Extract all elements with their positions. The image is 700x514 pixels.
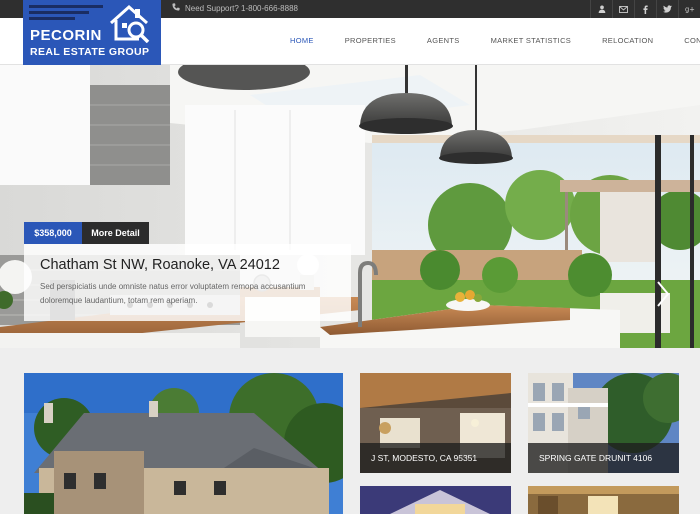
more-detail-button[interactable]: More Detail — [82, 222, 149, 244]
site-logo[interactable]: PECORIN REAL ESTATE GROUP — [23, 0, 161, 65]
logo-stripe — [29, 11, 89, 14]
support-text: Need Support? 1-800-666-8888 — [185, 3, 298, 13]
listing-label: J ST, MODESTO, CA 95351 — [360, 443, 511, 473]
nav-properties[interactable]: PROPERTIES — [345, 36, 396, 45]
listing-card[interactable] — [528, 486, 679, 514]
listing-night-image — [360, 486, 511, 514]
nav-home[interactable]: HOME — [290, 36, 314, 45]
nav-agents[interactable]: AGENTS — [427, 36, 460, 45]
phone-icon — [172, 3, 180, 13]
hero-slider: $358,000 More Detail Chatham St NW, Roan… — [0, 65, 700, 348]
listing-card[interactable]: J ST, MODESTO, CA 95351 — [360, 373, 511, 473]
support-info: Need Support? 1-800-666-8888 — [172, 3, 298, 13]
logo-stripe — [29, 17, 75, 20]
listing-card[interactable] — [360, 486, 511, 514]
twitter-icon[interactable] — [656, 0, 678, 18]
hero-description: Sed perspiciatis unde omniste natus erro… — [40, 282, 306, 305]
social-links: g+ — [590, 0, 700, 18]
main-menu: HOME PROPERTIES AGENTS MARKET STATISTICS… — [290, 36, 700, 45]
listing-card[interactable]: SPRING GATE DRUNIT 4106 — [528, 373, 679, 473]
nav-market-statistics[interactable]: MARKET STATISTICS — [491, 36, 572, 45]
hero-price: $358,000 — [24, 222, 82, 244]
svg-text:g+: g+ — [685, 5, 695, 13]
google-plus-icon[interactable]: g+ — [678, 0, 700, 18]
nav-contact-us[interactable]: CONTACT US — [684, 36, 700, 45]
hero-price-tag: $358,000 More Detail — [24, 222, 149, 244]
logo-stripe — [29, 5, 103, 8]
mail-icon[interactable] — [612, 0, 634, 18]
facebook-icon[interactable] — [634, 0, 656, 18]
hero-title[interactable]: Chatham St NW, Roanoke, VA 24012 — [40, 257, 335, 273]
listing-label: SPRING GATE DRUNIT 4106 — [528, 443, 679, 473]
chevron-right-icon[interactable] — [656, 280, 670, 308]
user-icon[interactable] — [590, 0, 612, 18]
house-search-icon — [107, 3, 155, 48]
logo-name: PECORIN — [30, 27, 102, 44]
hero-caption: Chatham St NW, Roanoke, VA 24012 Sed per… — [24, 244, 351, 321]
logo-tagline: REAL ESTATE GROUP — [30, 46, 150, 58]
nav-relocation[interactable]: RELOCATION — [602, 36, 653, 45]
featured-listing-card[interactable] — [24, 373, 343, 514]
listing-room-image — [528, 486, 679, 514]
listing-house-image — [24, 373, 343, 514]
